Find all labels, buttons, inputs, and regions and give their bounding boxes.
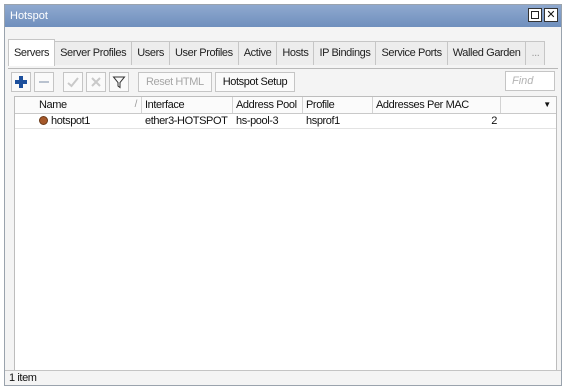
disable-icon — [91, 77, 101, 87]
tab-servers[interactable]: Servers — [8, 39, 56, 66]
cell-name: hotspot1 — [15, 114, 142, 128]
find-input[interactable]: Find — [505, 71, 555, 91]
cell-profile: hsprof1 — [306, 115, 340, 127]
sort-indicator: / — [134, 99, 138, 110]
column-header-profile[interactable]: Profile — [303, 97, 373, 113]
tab-service-ports[interactable]: Service Ports — [375, 41, 448, 65]
hotspot-setup-button[interactable]: Hotspot Setup — [214, 72, 296, 92]
toolbar: Reset HTML Hotspot Setup Find — [11, 71, 555, 93]
table-row[interactable]: hotspot1 ether3-HOTSPOT hs-pool-3 hsprof… — [15, 114, 556, 129]
add-button[interactable] — [11, 72, 31, 92]
window-title: Hotspot — [10, 10, 48, 22]
close-button[interactable]: ✕ — [544, 8, 558, 22]
tab-server-profiles[interactable]: Server Profiles — [54, 41, 133, 65]
remove-icon — [39, 81, 49, 83]
tab-active[interactable]: Active — [237, 41, 278, 65]
title-bar[interactable]: Hotspot ✕ — [5, 5, 561, 27]
column-menu-icon[interactable]: ▼ — [540, 97, 554, 113]
hotspot-server-icon — [39, 116, 48, 125]
tab-hosts[interactable]: Hosts — [276, 41, 315, 65]
enable-icon — [67, 77, 79, 88]
disable-button[interactable] — [86, 72, 106, 92]
restore-button[interactable] — [528, 8, 542, 22]
item-count: 1 item — [9, 372, 37, 384]
reset-html-button[interactable]: Reset HTML — [138, 72, 212, 92]
hotspot-window: Hotspot ✕ Servers Server Profiles Users … — [4, 4, 562, 386]
status-bar: 1 item — [5, 370, 561, 385]
tab-users[interactable]: Users — [131, 41, 170, 65]
column-header-address-pool[interactable]: Address Pool — [233, 97, 303, 113]
remove-button[interactable] — [34, 72, 54, 92]
restore-icon — [531, 11, 539, 19]
enable-button[interactable] — [63, 72, 83, 92]
filter-button[interactable] — [109, 72, 129, 92]
cell-address-pool: hs-pool-3 — [236, 115, 279, 127]
table-header: Name / Interface Address Pool Profile Ad… — [15, 97, 556, 114]
tab-ip-bindings[interactable]: IP Bindings — [313, 41, 377, 65]
cell-interface: ether3-HOTSPOT — [145, 115, 228, 127]
column-header-addresses-per-mac[interactable]: Addresses Per MAC — [373, 97, 501, 113]
filter-icon — [112, 76, 126, 89]
tab-walled-garden[interactable]: Walled Garden — [446, 41, 527, 65]
cell-addresses-per-mac: 2 — [491, 115, 497, 127]
servers-table: Name / Interface Address Pool Profile Ad… — [14, 96, 557, 371]
close-icon: ✕ — [546, 8, 556, 21]
add-icon — [15, 76, 27, 88]
tab-bar: Servers Server Profiles Users User Profi… — [8, 29, 558, 69]
column-header-interface[interactable]: Interface — [142, 97, 233, 113]
column-header-name[interactable]: Name / — [15, 97, 142, 113]
tab-user-profiles[interactable]: User Profiles — [168, 41, 239, 65]
tab-more[interactable]: ... — [525, 41, 546, 65]
